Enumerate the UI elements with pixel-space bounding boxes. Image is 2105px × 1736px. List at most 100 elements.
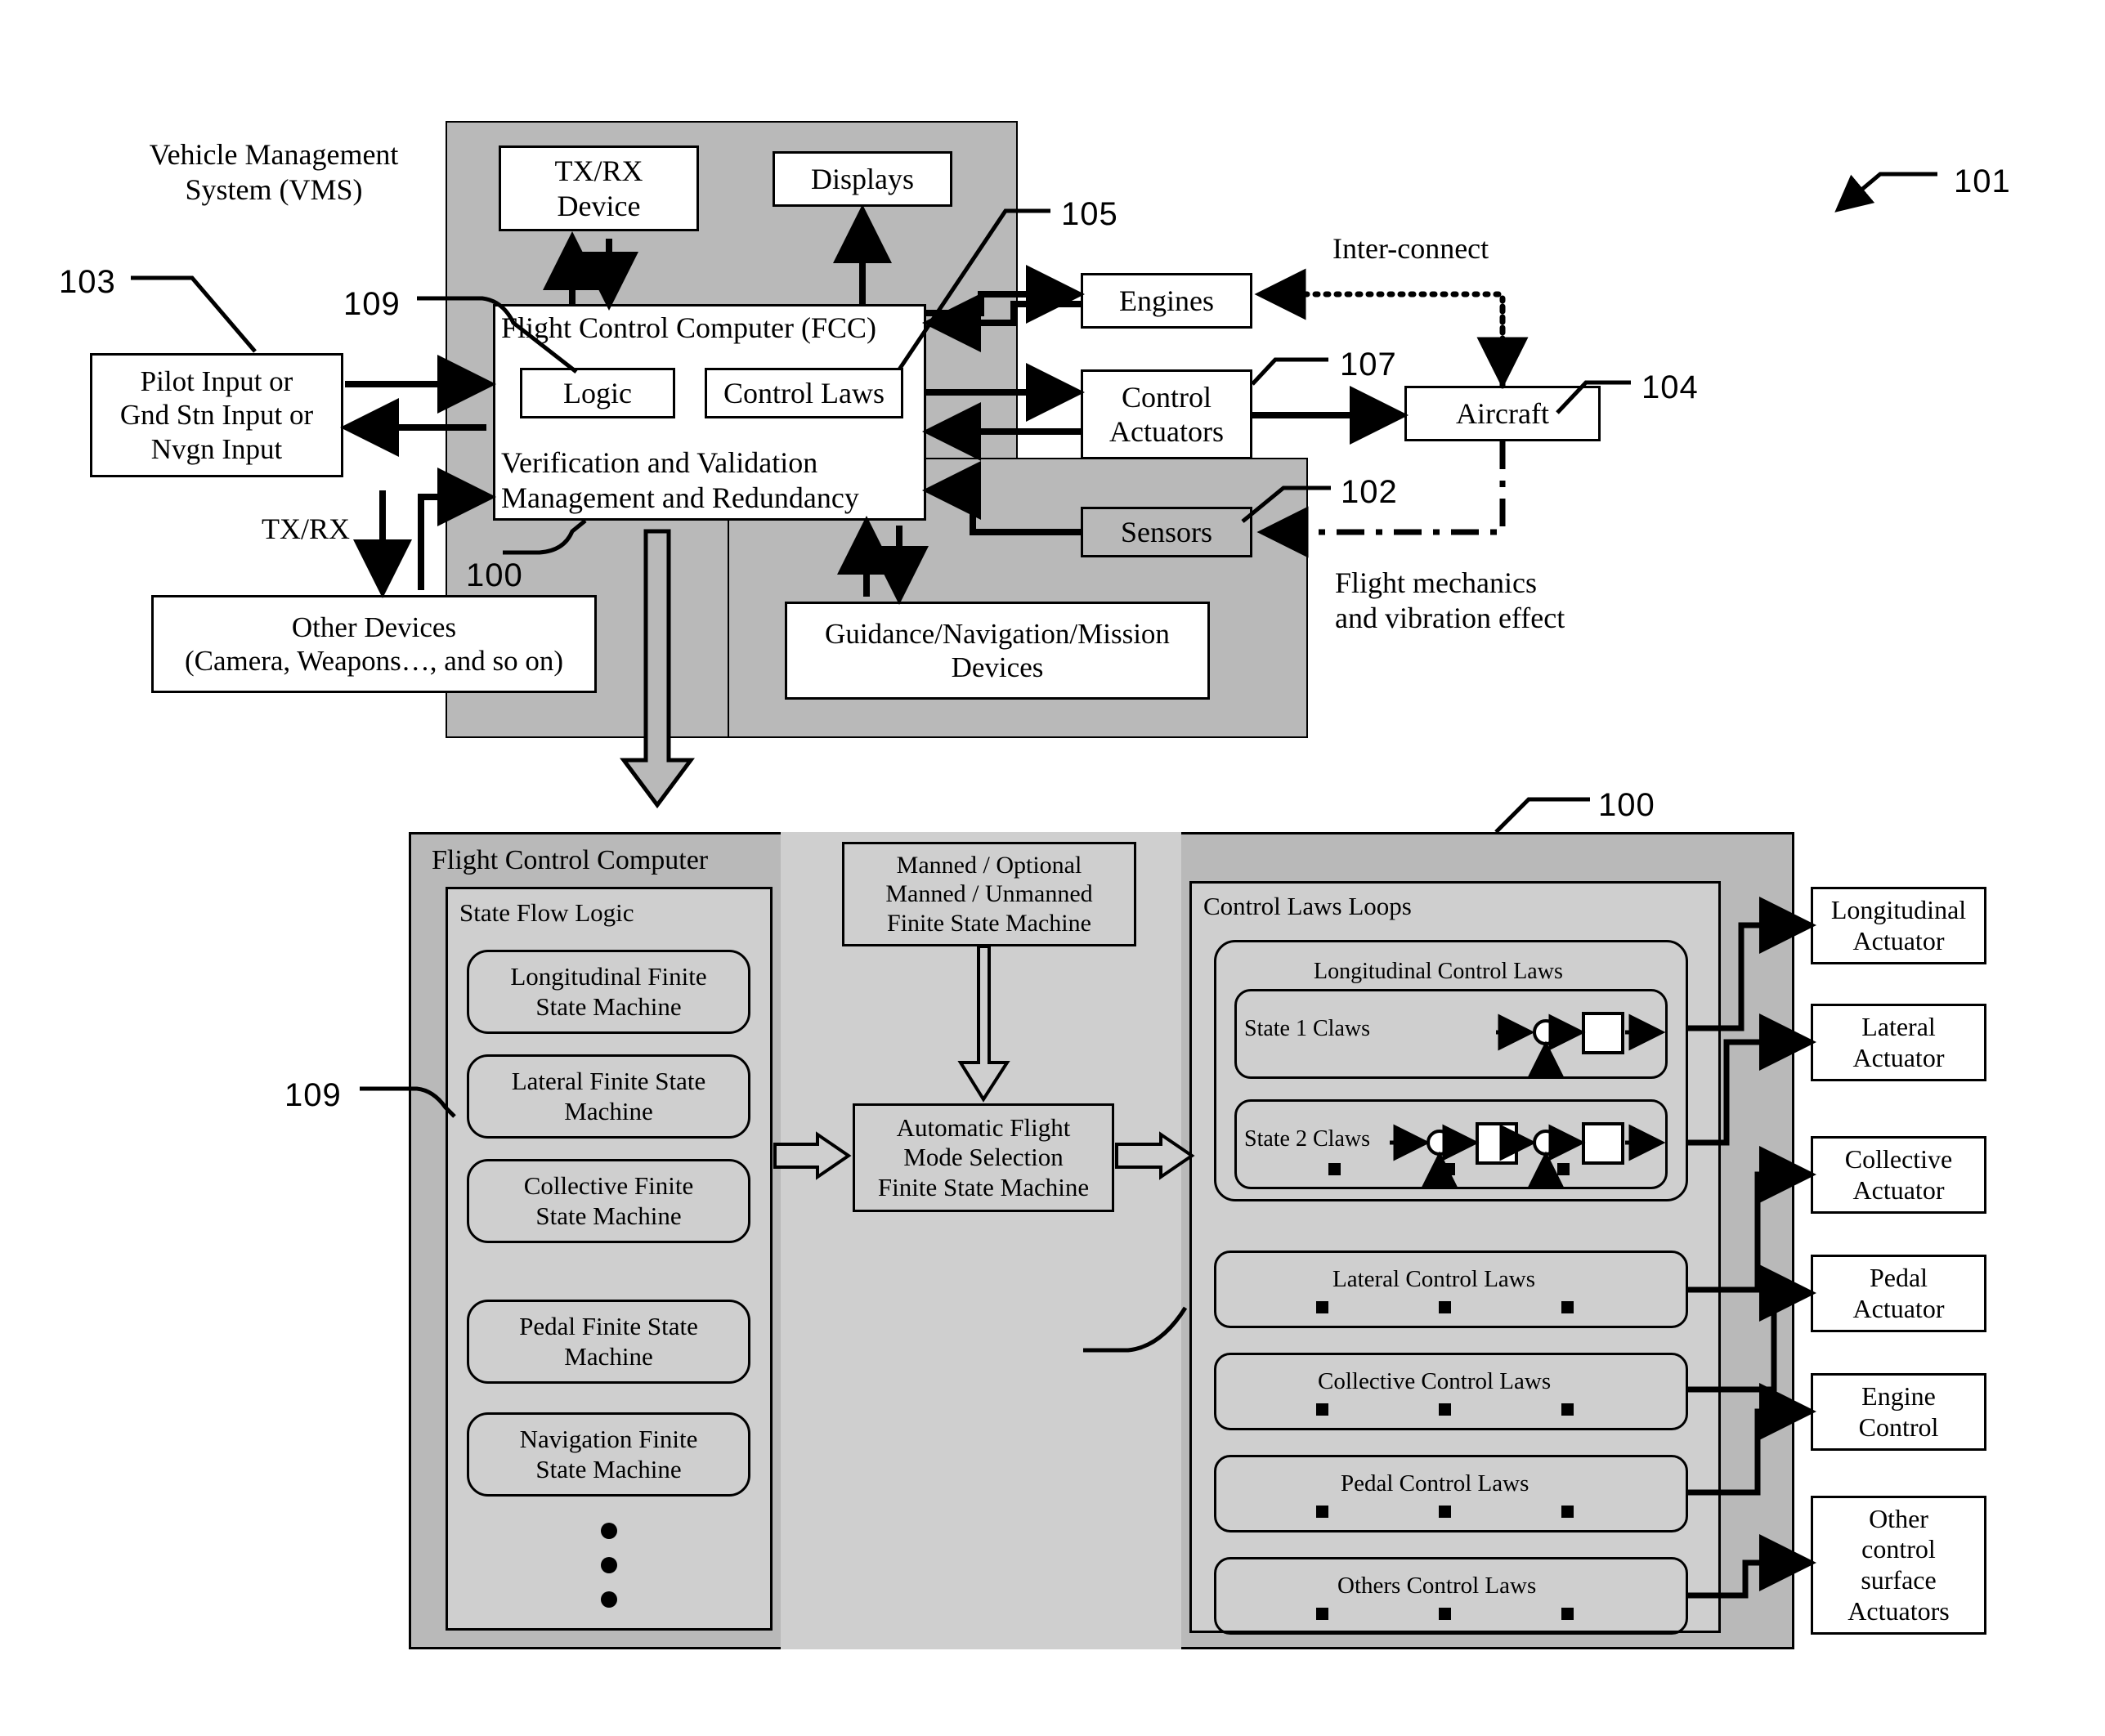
manned-optional-unmanned-fsm-box: Manned / Optional Manned / Unmanned Fini… bbox=[842, 842, 1136, 946]
vertical-ellipsis-dot-3 bbox=[601, 1591, 617, 1608]
state1-summing-junction bbox=[1533, 1019, 1559, 1045]
state-machine-navigation: Navigation Finite State Machine bbox=[467, 1412, 750, 1497]
actuator-other-control-surface-label: Other control surface Actuators bbox=[1847, 1503, 1950, 1626]
pilot-input-label: Pilot Input or Gnd Stn Input or Nvgn Inp… bbox=[119, 365, 314, 465]
sensors-box: Sensors bbox=[1081, 507, 1252, 557]
txrx-device-label: TX/RX Device bbox=[554, 154, 643, 222]
pedal-ellipsis-square-2 bbox=[1439, 1506, 1451, 1518]
engines-box: Engines bbox=[1081, 273, 1252, 329]
ref-109-top: 109 bbox=[343, 286, 401, 322]
displays-label: Displays bbox=[811, 162, 914, 195]
state1-claws-label: State 1 Claws bbox=[1244, 1016, 1370, 1041]
collective-ellipsis-square-1 bbox=[1316, 1403, 1328, 1416]
actuator-engine-control-label: Engine Control bbox=[1858, 1380, 1939, 1442]
state-machine-navigation-label: Navigation Finite State Machine bbox=[519, 1424, 698, 1483]
state-flow-logic-title: State Flow Logic bbox=[459, 898, 634, 927]
pedal-ellipsis-square-1 bbox=[1316, 1506, 1328, 1518]
vertical-ellipsis-dot-2 bbox=[601, 1557, 617, 1573]
pedal-ellipsis-square-3 bbox=[1561, 1506, 1574, 1518]
actuator-box-collective: Collective Actuator bbox=[1811, 1136, 1986, 1214]
control-laws-loops-title: Control Laws Loops bbox=[1203, 892, 1412, 920]
collective-ellipsis-square-3 bbox=[1561, 1403, 1574, 1416]
others-ellipsis-square-1 bbox=[1316, 1608, 1328, 1620]
interconnect-label: Inter-connect bbox=[1332, 232, 1489, 265]
control-actuators-label: Control Actuators bbox=[1109, 380, 1224, 448]
collective-control-laws-label: Collective Control Laws bbox=[1318, 1368, 1552, 1394]
actuator-box-pedal: Pedal Actuator bbox=[1811, 1255, 1986, 1332]
other-devices-label: Other Devices (Camera, Weapons…, and so … bbox=[184, 611, 564, 677]
vms-label: Vehicle Management System (VMS) bbox=[149, 138, 399, 207]
guidance-navigation-mission-box: Guidance/Navigation/Mission Devices bbox=[785, 602, 1210, 700]
middle-column-panel bbox=[781, 832, 1181, 1649]
lateral-ellipsis-square-2 bbox=[1439, 1301, 1451, 1313]
lateral-ellipsis-square-1 bbox=[1316, 1301, 1328, 1313]
state-machine-collective: Collective Finite State Machine bbox=[467, 1159, 750, 1243]
ref-100-top: 100 bbox=[466, 557, 523, 593]
actuator-pedal-label: Pedal Actuator bbox=[1852, 1262, 1945, 1323]
control-actuators-box: Control Actuators bbox=[1081, 369, 1252, 459]
logic-label: Logic bbox=[563, 376, 632, 409]
sensors-label: Sensors bbox=[1120, 515, 1212, 548]
collective-ellipsis-square-2 bbox=[1439, 1403, 1451, 1416]
ref-104: 104 bbox=[1641, 369, 1699, 405]
txrx-link-label: TX/RX bbox=[262, 512, 350, 545]
logic-box: Logic bbox=[520, 368, 675, 418]
lateral-control-laws-label: Lateral Control Laws bbox=[1332, 1266, 1536, 1292]
actuator-box-engine-control: Engine Control bbox=[1811, 1373, 1986, 1451]
txrx-device-box: TX/RX Device bbox=[499, 145, 699, 231]
flight-mechanics-label: Flight mechanics and vibration effect bbox=[1335, 566, 1565, 635]
patent-figure-page: Vehicle Management System (VMS) 101 103 … bbox=[0, 0, 2105, 1736]
state2-gain-block-2 bbox=[1582, 1122, 1624, 1165]
control-laws-box: Control Laws bbox=[705, 368, 903, 418]
actuator-box-other-control-surface: Other control surface Actuators bbox=[1811, 1496, 1986, 1635]
pedal-control-laws-label: Pedal Control Laws bbox=[1341, 1470, 1529, 1497]
state-machine-longitudinal: Longitudinal Finite State Machine bbox=[467, 950, 750, 1034]
state-machine-pedal-label: Pedal Finite State Machine bbox=[519, 1311, 698, 1371]
engines-label: Engines bbox=[1119, 284, 1214, 317]
state2-summing-junction-1 bbox=[1426, 1130, 1453, 1156]
manned-fsm-label: Manned / Optional Manned / Unmanned Fini… bbox=[885, 851, 1093, 937]
pilot-input-box: Pilot Input or Gnd Stn Input or Nvgn Inp… bbox=[90, 353, 343, 477]
ref-100-bottom: 100 bbox=[1598, 787, 1655, 823]
verification-validation-text: Verification and Validation Management a… bbox=[501, 446, 859, 515]
state1-gain-block bbox=[1582, 1012, 1624, 1054]
fcc-title-top: Flight Control Computer (FCC) bbox=[501, 311, 877, 344]
vertical-ellipsis-dot-1 bbox=[601, 1523, 617, 1539]
control-laws-label: Control Laws bbox=[723, 376, 885, 409]
aircraft-label: Aircraft bbox=[1456, 396, 1549, 430]
ref-101: 101 bbox=[1954, 163, 2011, 199]
automatic-flight-mode-selection-fsm-box: Automatic Flight Mode Selection Finite S… bbox=[853, 1103, 1114, 1212]
actuator-lateral-label: Lateral Actuator bbox=[1852, 1011, 1945, 1072]
ref-107: 107 bbox=[1340, 347, 1397, 383]
state-machine-pedal: Pedal Finite State Machine bbox=[467, 1300, 750, 1384]
others-ellipsis-square-2 bbox=[1439, 1608, 1451, 1620]
auto-mode-fsm-label: Automatic Flight Mode Selection Finite S… bbox=[877, 1112, 1090, 1201]
aircraft-box: Aircraft bbox=[1404, 386, 1601, 441]
state2-claws-label: State 2 Claws bbox=[1244, 1126, 1370, 1152]
longitudinal-ellipsis-square-2 bbox=[1443, 1163, 1455, 1175]
ref-109-bottom: 109 bbox=[284, 1077, 342, 1113]
actuator-box-lateral: Lateral Actuator bbox=[1811, 1004, 1986, 1081]
state-machine-lateral: Lateral Finite State Machine bbox=[467, 1054, 750, 1139]
other-devices-box: Other Devices (Camera, Weapons…, and so … bbox=[151, 595, 597, 693]
state-machine-longitudinal-label: Longitudinal Finite State Machine bbox=[510, 961, 707, 1021]
state-machine-lateral-label: Lateral Finite State Machine bbox=[511, 1066, 706, 1125]
actuator-box-longitudinal: Longitudinal Actuator bbox=[1811, 887, 1986, 964]
state2-summing-junction-2 bbox=[1533, 1130, 1559, 1156]
ref-103: 103 bbox=[59, 264, 116, 300]
guidance-label: Guidance/Navigation/Mission Devices bbox=[825, 617, 1170, 683]
state-machine-collective-label: Collective Finite State Machine bbox=[523, 1170, 694, 1230]
longitudinal-control-laws-title: Longitudinal Control Laws bbox=[1314, 959, 1563, 984]
ref-105-top: 105 bbox=[1061, 196, 1118, 232]
lateral-ellipsis-square-3 bbox=[1561, 1301, 1574, 1313]
longitudinal-ellipsis-square-3 bbox=[1557, 1163, 1570, 1175]
actuator-longitudinal-label: Longitudinal Actuator bbox=[1830, 894, 1967, 955]
longitudinal-ellipsis-square-1 bbox=[1328, 1163, 1341, 1175]
ref-102: 102 bbox=[1341, 474, 1398, 510]
fcc-title-bottom: Flight Control Computer bbox=[432, 845, 709, 875]
others-control-laws-label: Others Control Laws bbox=[1337, 1573, 1537, 1599]
displays-box: Displays bbox=[773, 151, 952, 207]
others-ellipsis-square-3 bbox=[1561, 1608, 1574, 1620]
state2-gain-block-1 bbox=[1476, 1122, 1518, 1165]
actuator-collective-label: Collective Actuator bbox=[1844, 1143, 1953, 1205]
